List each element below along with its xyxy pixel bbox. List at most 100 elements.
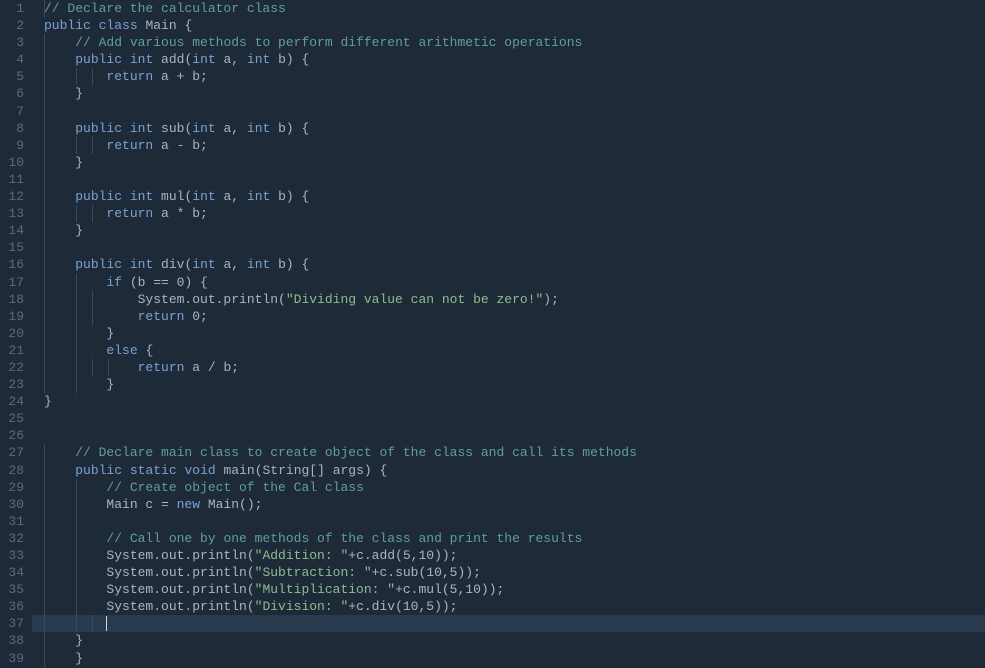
line-number: 17	[0, 274, 24, 291]
code-line[interactable]: return a - b;	[32, 137, 985, 154]
code-token: int	[192, 189, 215, 204]
code-token: int	[130, 52, 153, 67]
indent-guide	[76, 598, 77, 615]
line-number: 27	[0, 444, 24, 461]
indent-guide	[44, 308, 45, 325]
code-token: }	[44, 223, 83, 238]
code-line[interactable]: }	[32, 632, 985, 649]
code-line[interactable]: public int mul(int a, int b) {	[32, 188, 985, 205]
line-number: 18	[0, 291, 24, 308]
indent-guide	[44, 564, 45, 581]
code-line[interactable]: public int sub(int a, int b) {	[32, 120, 985, 137]
code-line[interactable]: }	[32, 154, 985, 171]
code-token: }	[44, 86, 83, 101]
code-token: int	[192, 121, 215, 136]
code-token: main(String[] args) {	[216, 463, 388, 478]
indent-guide	[76, 325, 77, 342]
line-number: 35	[0, 581, 24, 598]
code-line[interactable]	[32, 171, 985, 188]
code-line[interactable]: if (b == 0) {	[32, 274, 985, 291]
indent-guide	[76, 308, 77, 325]
indent-guide	[76, 376, 77, 393]
code-line[interactable]: return a / b;	[32, 359, 985, 376]
code-line[interactable]: // Declare main class to create object o…	[32, 444, 985, 461]
code-line[interactable]: System.out.println("Multiplication: "+c.…	[32, 581, 985, 598]
code-token: }	[44, 155, 83, 170]
indent-guide	[76, 615, 77, 632]
line-number: 37	[0, 615, 24, 632]
code-line[interactable]: public static void main(String[] args) {	[32, 462, 985, 479]
code-token: return	[138, 309, 185, 324]
code-line[interactable]: }	[32, 85, 985, 102]
code-token: int	[130, 121, 153, 136]
indent-guide	[44, 188, 45, 205]
code-line[interactable]	[32, 410, 985, 427]
code-token: b) {	[270, 52, 309, 67]
indent-guide	[44, 547, 45, 564]
code-token: +c.div(10,5));	[348, 599, 457, 614]
code-line[interactable]: return a * b;	[32, 205, 985, 222]
code-line[interactable]: // Create object of the Cal class	[32, 479, 985, 496]
indent-guide	[44, 256, 45, 273]
indent-guide	[92, 308, 93, 325]
code-token	[44, 52, 75, 67]
code-line[interactable]: // Declare the calculator class	[32, 0, 985, 17]
indent-guide	[76, 547, 77, 564]
line-number: 22	[0, 359, 24, 376]
indent-guide	[76, 205, 77, 222]
indent-guide	[92, 359, 93, 376]
indent-guide	[44, 85, 45, 102]
line-number: 12	[0, 188, 24, 205]
code-token: +c.mul(5,10));	[395, 582, 504, 597]
code-line[interactable]	[32, 427, 985, 444]
line-number: 36	[0, 598, 24, 615]
line-number: 16	[0, 256, 24, 273]
code-token: return	[106, 69, 153, 84]
code-line[interactable]: }	[32, 650, 985, 667]
code-line[interactable]: }	[32, 222, 985, 239]
code-line[interactable]	[32, 513, 985, 530]
line-number: 2	[0, 17, 24, 34]
code-line[interactable]: // Call one by one methods of the class …	[32, 530, 985, 547]
line-number: 34	[0, 564, 24, 581]
code-line[interactable]: public class Main {	[32, 17, 985, 34]
code-line[interactable]: System.out.println("Subtraction: "+c.sub…	[32, 564, 985, 581]
line-number: 5	[0, 68, 24, 85]
line-number: 29	[0, 479, 24, 496]
code-line[interactable]: System.out.println("Dividing value can n…	[32, 291, 985, 308]
code-line[interactable]: }	[32, 393, 985, 410]
code-line[interactable]: // Add various methods to perform differ…	[32, 34, 985, 51]
line-number: 1	[0, 0, 24, 17]
code-line[interactable]: return a + b;	[32, 68, 985, 85]
code-token: 0;	[184, 309, 207, 324]
code-line[interactable]	[32, 239, 985, 256]
code-line[interactable]: return 0;	[32, 308, 985, 325]
code-line[interactable]: Main c = new Main();	[32, 496, 985, 513]
code-editor[interactable]: 1234567891011121314151617181920212223242…	[0, 0, 985, 668]
code-line[interactable]: public int add(int a, int b) {	[32, 51, 985, 68]
code-area[interactable]: // Declare the calculator classpublic cl…	[32, 0, 985, 668]
code-line[interactable]: }	[32, 325, 985, 342]
code-token: System.out.println(	[44, 292, 286, 307]
code-token: );	[543, 292, 559, 307]
code-line[interactable]: }	[32, 376, 985, 393]
code-token: "Addition: "	[255, 548, 349, 563]
code-line[interactable]	[32, 103, 985, 120]
indent-guide	[44, 496, 45, 513]
indent-guide	[44, 530, 45, 547]
code-token	[44, 463, 75, 478]
code-token: "Subtraction: "	[255, 565, 372, 580]
code-token: static	[130, 463, 177, 478]
code-token: // Declare main class to create object o…	[75, 445, 637, 460]
code-token	[91, 18, 99, 33]
indent-guide	[44, 598, 45, 615]
indent-guide	[76, 513, 77, 530]
code-line[interactable]: public int div(int a, int b) {	[32, 256, 985, 273]
code-line[interactable]: System.out.println("Addition: "+c.add(5,…	[32, 547, 985, 564]
code-line[interactable]: System.out.println("Division: "+c.div(10…	[32, 598, 985, 615]
code-line[interactable]: else {	[32, 342, 985, 359]
indent-guide	[76, 274, 77, 291]
line-number: 21	[0, 342, 24, 359]
code-token: new	[177, 497, 200, 512]
code-line[interactable]	[32, 615, 985, 632]
